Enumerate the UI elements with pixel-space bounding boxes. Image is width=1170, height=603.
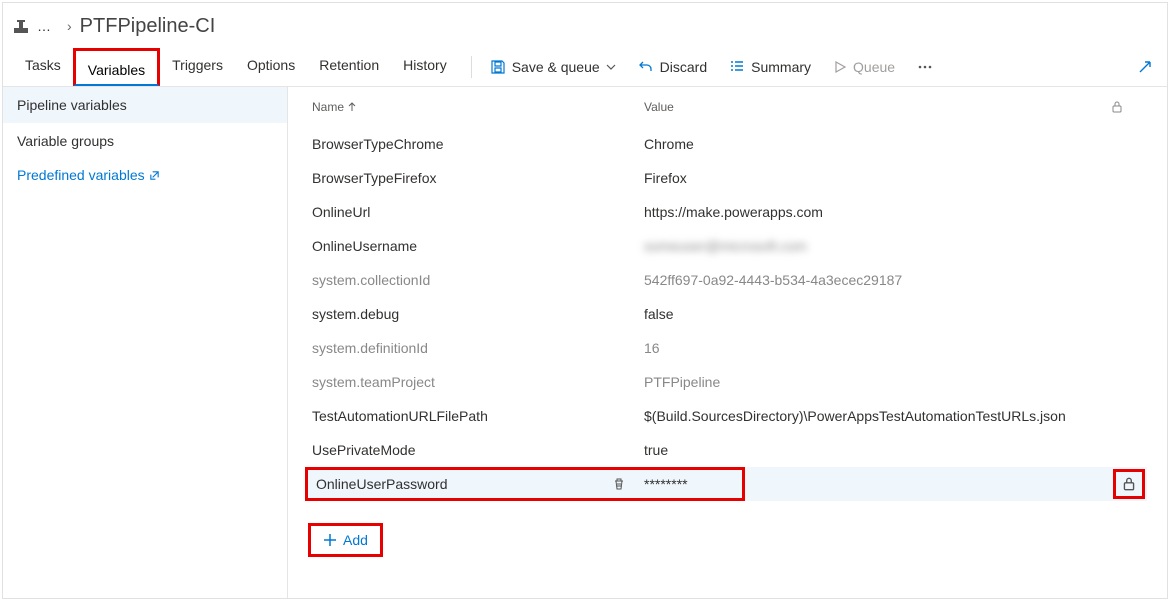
- open-new-icon: [149, 170, 160, 181]
- add-label: Add: [343, 532, 368, 548]
- plus-icon: [323, 533, 337, 547]
- table-row[interactable]: system.definitionId16: [308, 331, 1147, 365]
- variable-name[interactable]: system.teamProject: [308, 374, 644, 390]
- variable-name[interactable]: system.debug: [308, 306, 644, 322]
- variable-value[interactable]: true: [644, 442, 1111, 458]
- table-header: Name Value: [308, 87, 1147, 127]
- summary-icon: [729, 59, 745, 75]
- variable-value[interactable]: Chrome: [644, 136, 1111, 152]
- table-row[interactable]: BrowserTypeFirefoxFirefox: [308, 161, 1147, 195]
- tab-retention[interactable]: Retention: [307, 46, 391, 84]
- queue-label: Queue: [853, 59, 895, 75]
- header-value[interactable]: Value: [644, 100, 1111, 114]
- play-icon: [833, 60, 847, 74]
- delete-icon[interactable]: [612, 477, 626, 491]
- discard-label: Discard: [660, 59, 707, 75]
- variables-table: BrowserTypeChromeChromeBrowserTypeFirefo…: [308, 127, 1147, 467]
- tab-variables[interactable]: Variables: [73, 48, 160, 86]
- more-button[interactable]: [911, 59, 939, 75]
- variable-name[interactable]: system.collectionId: [308, 272, 644, 288]
- variable-name[interactable]: OnlineUrl: [308, 204, 644, 220]
- toolbar-separator: [471, 56, 472, 78]
- page-title: PTFPipeline-CI: [80, 15, 216, 38]
- expand-icon: [1137, 59, 1153, 75]
- chevron-down-icon: [606, 62, 616, 72]
- header-name-text: Name: [312, 100, 344, 114]
- app-frame: … › PTFPipeline-CI Tasks Variables Trigg…: [2, 2, 1168, 599]
- undo-icon: [638, 59, 654, 75]
- variable-value[interactable]: 542ff697-0a92-4443-b534-4a3ecec29187: [644, 272, 1111, 288]
- lock-toggle[interactable]: [1113, 469, 1145, 499]
- variable-name[interactable]: OnlineUsername: [308, 238, 644, 254]
- table-row-selected[interactable]: OnlineUserPassword ********: [308, 467, 1147, 501]
- header-name[interactable]: Name: [308, 100, 644, 114]
- tab-triggers[interactable]: Triggers: [160, 46, 235, 84]
- main-body: Pipeline variables Variable groups Prede…: [3, 87, 1167, 598]
- sidebar-item-pipeline-variables[interactable]: Pipeline variables: [3, 87, 287, 123]
- ellipsis-icon: [917, 59, 933, 75]
- variable-value[interactable]: $(Build.SourcesDirectory)\PowerAppsTestA…: [644, 408, 1111, 424]
- table-row[interactable]: system.debugfalse: [308, 297, 1147, 331]
- pipeline-icon: [13, 18, 29, 34]
- variable-name[interactable]: TestAutomationURLFilePath: [308, 408, 644, 424]
- variable-value[interactable]: Firefox: [644, 170, 1111, 186]
- add-button[interactable]: Add: [308, 523, 383, 557]
- table-row[interactable]: system.collectionId542ff697-0a92-4443-b5…: [308, 263, 1147, 297]
- summary-button[interactable]: Summary: [723, 59, 817, 75]
- variable-value[interactable]: ********: [644, 476, 740, 492]
- selected-row-highlight: OnlineUserPassword ********: [305, 467, 745, 501]
- variable-name[interactable]: OnlineUserPassword: [312, 476, 608, 492]
- table-row[interactable]: TestAutomationURLFilePath$(Build.Sources…: [308, 399, 1147, 433]
- main-content: Name Value BrowserTypeChromeChromeBrowse…: [288, 87, 1167, 598]
- sidebar-item-variable-groups[interactable]: Variable groups: [3, 123, 287, 159]
- table-row[interactable]: UsePrivateModetrue: [308, 433, 1147, 467]
- expand-button[interactable]: [1133, 59, 1157, 75]
- predefined-variables-label: Predefined variables: [17, 167, 145, 183]
- save-icon: [490, 59, 506, 75]
- table-row[interactable]: OnlineUsernamesomeuser@microsoft.com: [308, 229, 1147, 263]
- table-row[interactable]: system.teamProjectPTFPipeline: [308, 365, 1147, 399]
- variable-value[interactable]: https://make.powerapps.com: [644, 204, 1111, 220]
- save-queue-label: Save & queue: [512, 59, 600, 75]
- breadcrumb-ellipsis[interactable]: …: [37, 18, 51, 34]
- table-row[interactable]: BrowserTypeChromeChrome: [308, 127, 1147, 161]
- variable-name[interactable]: system.definitionId: [308, 340, 644, 356]
- variable-name[interactable]: BrowserTypeChrome: [308, 136, 644, 152]
- variable-value[interactable]: PTFPipeline: [644, 374, 1111, 390]
- header-lock: [1111, 100, 1147, 114]
- table-row[interactable]: OnlineUrlhttps://make.powerapps.com: [308, 195, 1147, 229]
- save-queue-button[interactable]: Save & queue: [484, 59, 622, 75]
- queue-button: Queue: [827, 59, 901, 75]
- variable-value[interactable]: someuser@microsoft.com: [644, 238, 1111, 254]
- lock-cell: [1111, 469, 1147, 499]
- breadcrumb-separator: ›: [67, 18, 72, 34]
- tab-history[interactable]: History: [391, 46, 459, 84]
- variable-name[interactable]: UsePrivateMode: [308, 442, 644, 458]
- variable-name[interactable]: BrowserTypeFirefox: [308, 170, 644, 186]
- toolbar: Tasks Variables Triggers Options Retenti…: [3, 47, 1167, 87]
- variable-value[interactable]: false: [644, 306, 1111, 322]
- tab-tasks[interactable]: Tasks: [13, 46, 73, 84]
- variable-value[interactable]: 16: [644, 340, 1111, 356]
- sidebar-link-predefined-variables[interactable]: Predefined variables: [3, 159, 287, 191]
- breadcrumb: … › PTFPipeline-CI: [3, 3, 1167, 47]
- tab-options[interactable]: Options: [235, 46, 307, 84]
- sidebar: Pipeline variables Variable groups Prede…: [3, 87, 288, 598]
- discard-button[interactable]: Discard: [632, 59, 713, 75]
- summary-label: Summary: [751, 59, 811, 75]
- tab-bar: Tasks Variables Triggers Options Retenti…: [13, 46, 459, 88]
- sort-asc-icon: [348, 102, 356, 112]
